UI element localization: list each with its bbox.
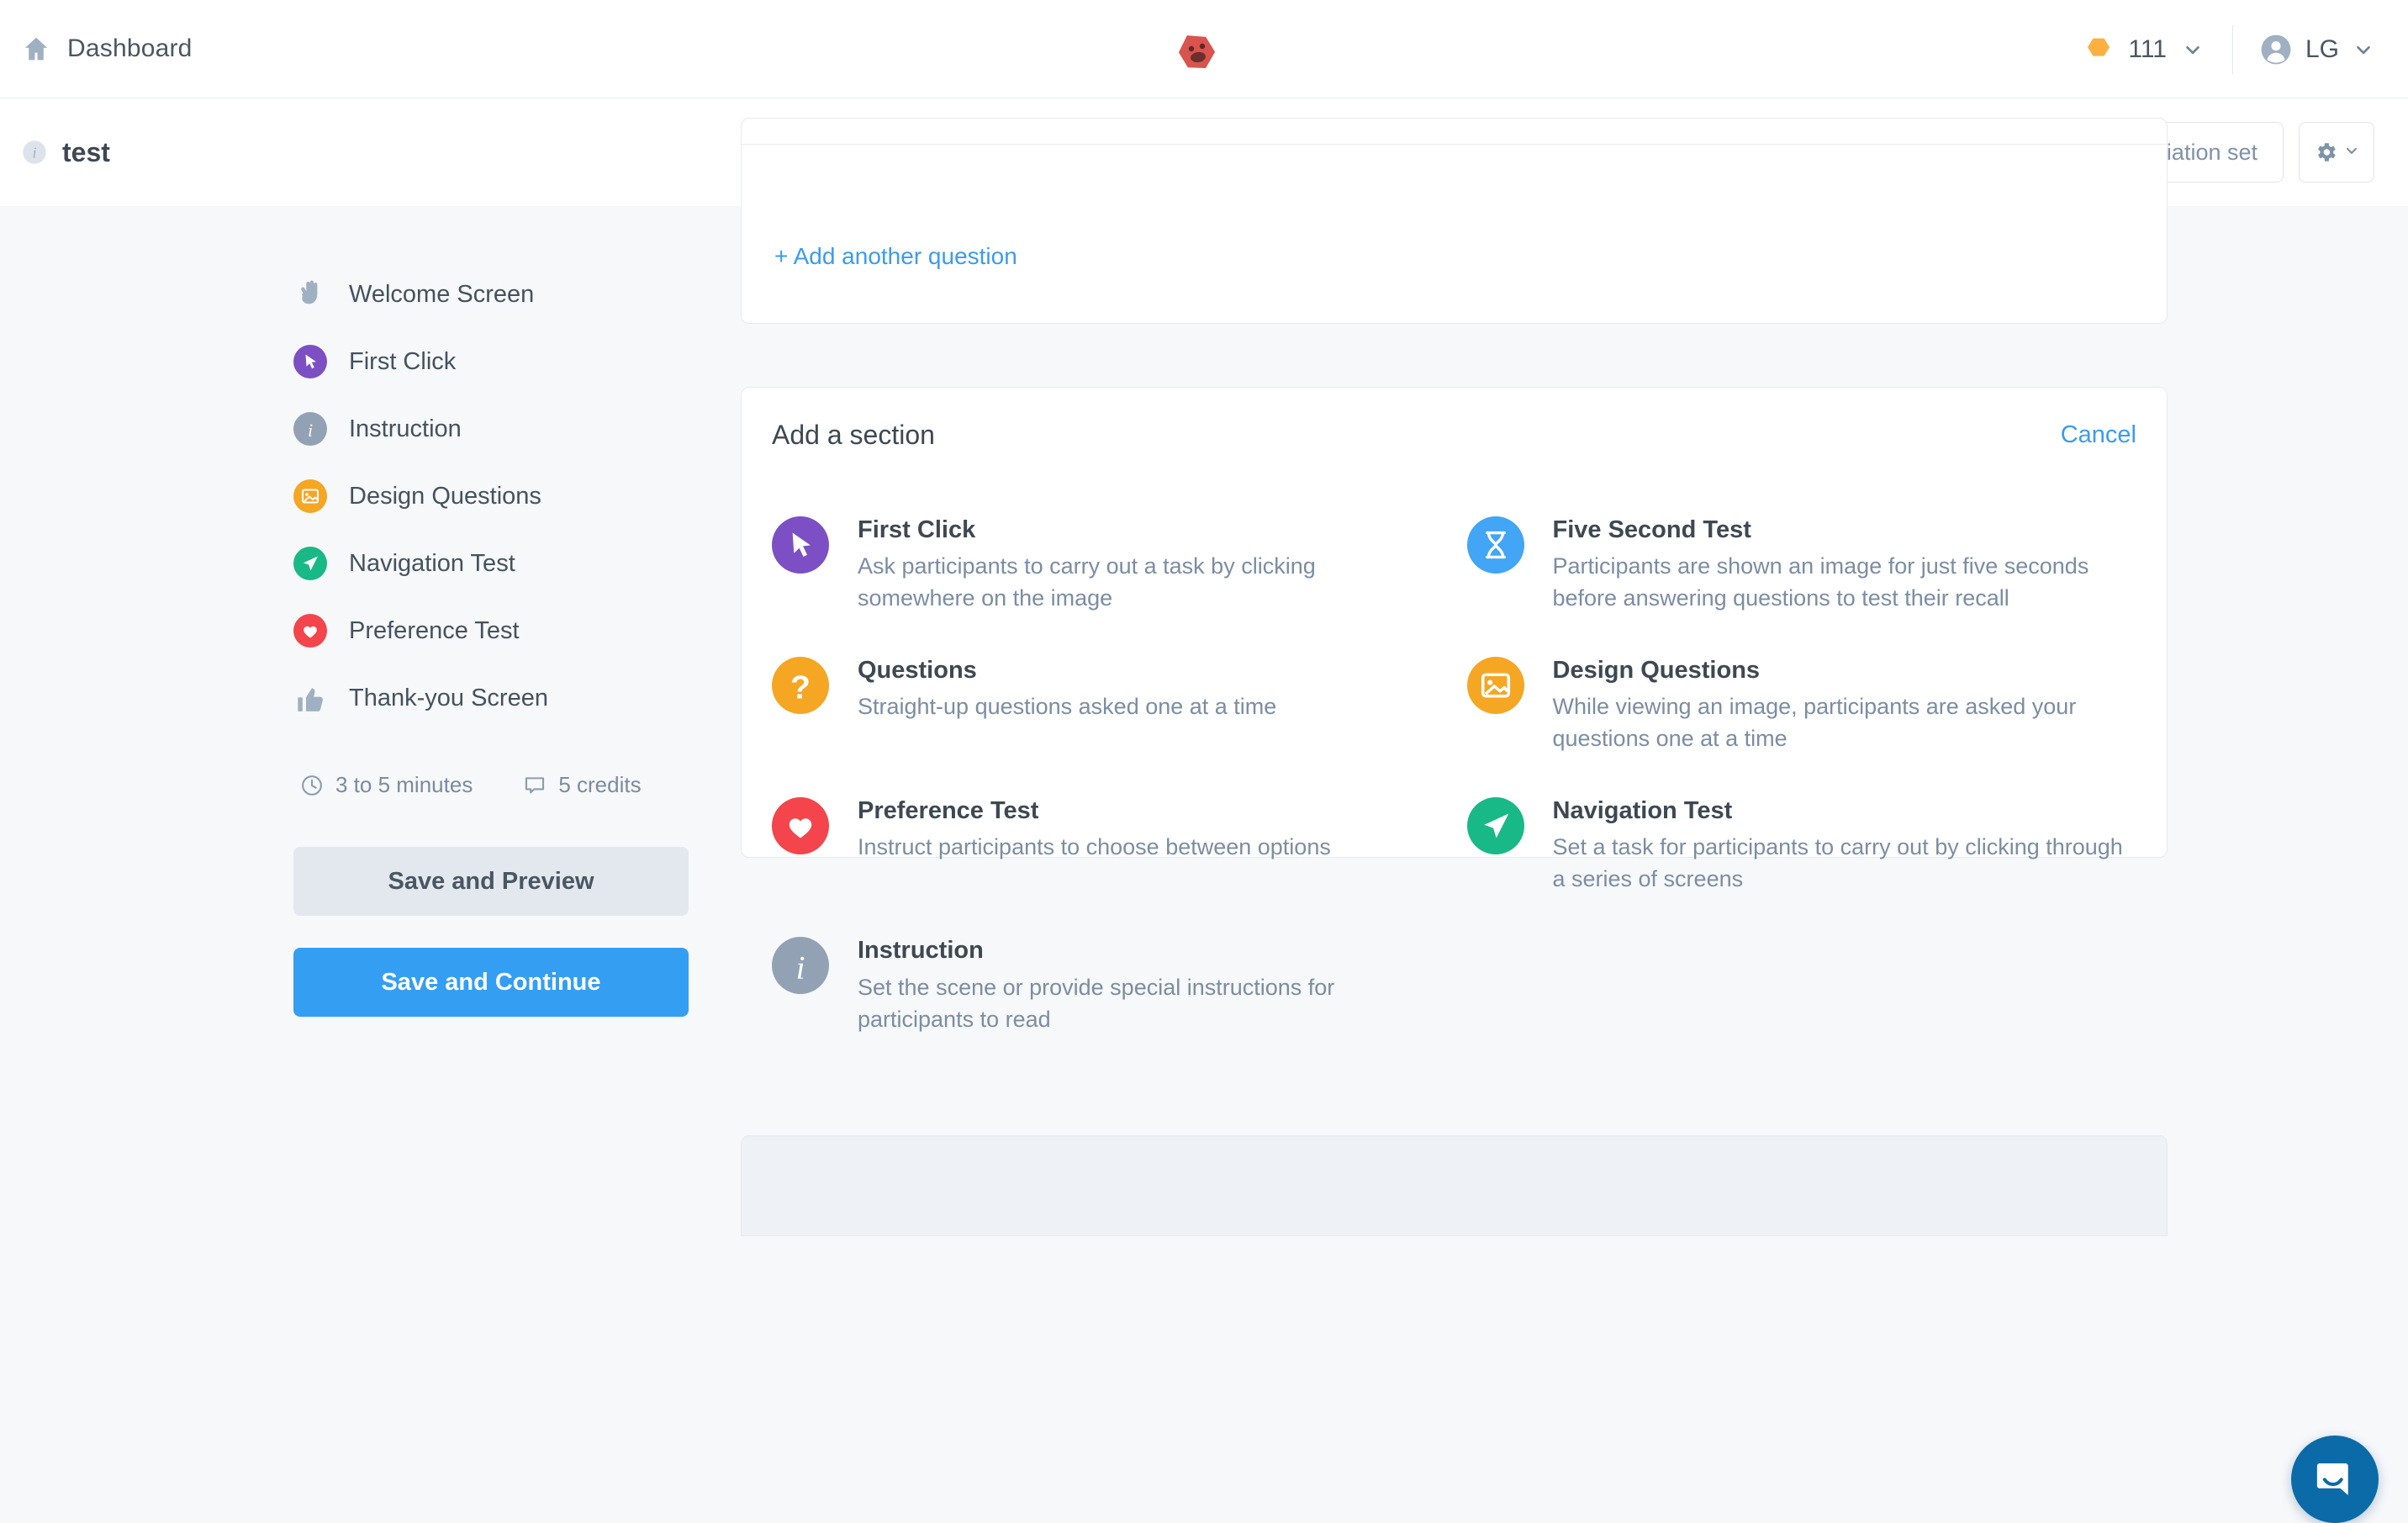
section-sidebar: Welcome Screen First Click i Instruction… (293, 261, 689, 1017)
section-option-instruction[interactable]: i Instruction Set the scene or provide s… (772, 913, 1442, 1054)
sidebar-item-label: Welcome Screen (349, 281, 534, 309)
sidebar-item-label: Instruction (349, 415, 462, 443)
add-another-question-link[interactable]: + Add another question (774, 243, 1017, 270)
option-body: Design Questions While viewing an image,… (1553, 652, 2129, 755)
section-option-navigation-test[interactable]: Navigation Test Set a task for participa… (1467, 774, 2137, 914)
sidebar-item-instruction[interactable]: i Instruction (293, 395, 689, 463)
info-italic-icon: i (772, 937, 829, 994)
svg-text:i: i (308, 420, 313, 441)
cursor-arrow-icon (293, 345, 327, 378)
option-title: Design Questions (1553, 654, 2129, 687)
duration-meta: 3 to 5 minutes (300, 772, 473, 798)
save-and-preview-button[interactable]: Save and Preview (293, 847, 689, 916)
credits-meta: 5 credits (523, 772, 641, 798)
image-frame-icon (1467, 657, 1524, 714)
panel-divider (742, 144, 2167, 145)
sidebar-item-label: Thank-you Screen (349, 685, 548, 712)
add-section-header: Add a section Cancel (772, 420, 2136, 451)
user-avatar-icon (2260, 34, 2292, 66)
sidebar-item-label: Navigation Test (349, 550, 515, 578)
heart-icon (772, 797, 829, 854)
user-menu[interactable]: LG (2233, 34, 2374, 66)
section-option-questions[interactable]: ? Questions Straight-up questions asked … (772, 633, 1442, 774)
thumbs-up-icon (293, 681, 327, 715)
svg-text:i: i (796, 950, 805, 986)
next-section-panel (741, 1135, 2168, 1236)
sidebar-item-design-questions[interactable]: Design Questions (293, 463, 689, 530)
cursor-arrow-icon (772, 516, 829, 574)
hourglass-icon (1467, 516, 1524, 574)
sidebar-item-welcome-screen[interactable]: Welcome Screen (293, 261, 689, 328)
credits-menu[interactable]: 111 (2084, 35, 2232, 64)
cancel-button[interactable]: Cancel (2061, 421, 2136, 449)
chevron-down-icon (2182, 39, 2204, 61)
option-body: Navigation Test Set a task for participa… (1553, 792, 2129, 896)
image-frame-icon (293, 479, 327, 513)
sidebar-item-label: First Click (349, 348, 456, 376)
section-option-preference-test[interactable]: Preference Test Instruct participants to… (772, 774, 1442, 914)
dashboard-link[interactable]: Dashboard (0, 34, 193, 63)
add-section-title: Add a section (772, 420, 935, 451)
duration-text: 3 to 5 minutes (335, 772, 473, 798)
option-description: Set the scene or provide special instruc… (858, 971, 1434, 1036)
option-description: Instruct participants to choose between … (858, 831, 1331, 863)
waving-hand-icon (293, 278, 327, 311)
gear-icon (2313, 140, 2338, 165)
svg-text:?: ? (790, 669, 811, 706)
section-type-grid: First Click Ask participants to carry ou… (772, 493, 2136, 1054)
section-option-design-questions[interactable]: Design Questions While viewing an image,… (1467, 633, 2137, 774)
sidebar-item-preference-test[interactable]: Preference Test (293, 597, 689, 664)
option-body: Five Second Test Participants are shown … (1553, 511, 2129, 615)
question-panel: + Add another question (741, 118, 2168, 324)
option-body: Instruction Set the scene or provide spe… (858, 932, 1434, 1035)
option-body: Preference Test Instruct participants to… (858, 792, 1331, 863)
question-mark-icon: ? (772, 657, 829, 714)
sidebar-item-thank-you-screen[interactable]: Thank-you Screen (293, 664, 689, 732)
option-body: Questions Straight-up questions asked on… (858, 652, 1276, 722)
sidebar-item-label: Design Questions (349, 483, 541, 510)
test-meta: 3 to 5 minutes 5 credits (293, 772, 689, 798)
settings-menu-button[interactable] (2299, 122, 2374, 182)
section-option-five-second-test[interactable]: Five Second Test Participants are shown … (1467, 493, 2137, 633)
chevron-down-icon (2353, 39, 2374, 61)
option-description: Ask participants to carry out a task by … (858, 550, 1434, 615)
option-title: Navigation Test (1553, 795, 2129, 828)
credits-count: 111 (2128, 35, 2167, 64)
dashboard-label: Dashboard (67, 34, 193, 63)
sidebar-item-navigation-test[interactable]: Navigation Test (293, 530, 689, 597)
clock-icon (300, 774, 324, 797)
sidebar-item-first-click[interactable]: First Click (293, 328, 689, 395)
save-and-continue-button[interactable]: Save and Continue (293, 948, 689, 1017)
section-option-first-click[interactable]: First Click Ask participants to carry ou… (772, 493, 1442, 633)
intercom-chat-button[interactable] (2291, 1436, 2379, 1523)
heart-icon (293, 614, 327, 648)
option-description: Straight-up questions asked one at a tim… (858, 690, 1276, 722)
intercom-chat-icon (2312, 1457, 2358, 1502)
info-italic-icon: i (293, 412, 327, 446)
sidebar-item-label: Preference Test (349, 617, 520, 645)
paper-plane-icon (1467, 797, 1524, 854)
option-title: First Click (858, 514, 1434, 547)
option-title: Five Second Test (1553, 514, 2129, 547)
option-body: First Click Ask participants to carry ou… (858, 511, 1434, 615)
option-description: Participants are shown an image for just… (1553, 550, 2129, 615)
top-bar: Dashboard 111 LG (0, 0, 2408, 98)
user-initials: LG (2305, 35, 2339, 64)
lyssna-face-logo (1174, 29, 1221, 76)
add-section-panel: Add a section Cancel First Click Ask par… (741, 387, 2168, 858)
home-icon (22, 34, 50, 63)
option-title: Questions (858, 654, 1276, 687)
credits-text: 5 credits (558, 772, 641, 798)
option-description: Set a task for participants to carry out… (1553, 831, 2129, 896)
hexagon-credit-icon (2084, 35, 2113, 64)
option-title: Preference Test (858, 795, 1331, 828)
main-content: Welcome Screen First Click i Instruction… (0, 206, 2408, 1337)
chevron-down-icon (2343, 142, 2360, 163)
comment-icon (523, 774, 547, 797)
option-title: Instruction (858, 934, 1434, 967)
top-bar-right: 111 LG (2084, 0, 2374, 98)
paper-plane-icon (293, 547, 327, 580)
option-description: While viewing an image, participants are… (1553, 690, 2129, 755)
